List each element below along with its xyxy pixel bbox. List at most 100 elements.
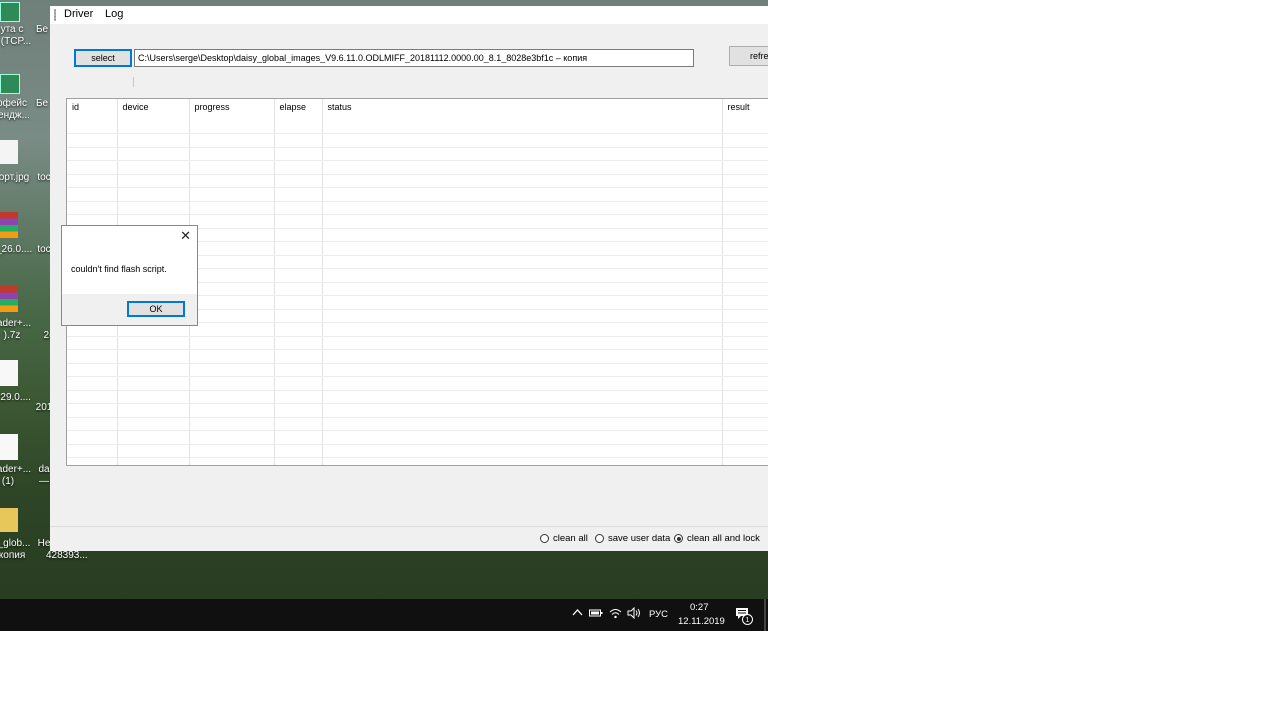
column-header-device[interactable]: device (117, 99, 190, 134)
table-cell (67, 160, 118, 175)
desktop-icon-label[interactable]: ader+... (0, 318, 32, 330)
table-cell (274, 295, 323, 310)
table-row[interactable] (67, 390, 768, 404)
table-cell (274, 309, 323, 323)
table-cell (322, 430, 723, 445)
table-cell (67, 403, 118, 418)
column-header-elapse[interactable]: elapse (274, 99, 323, 134)
table-row[interactable] (67, 430, 768, 445)
table-row[interactable] (67, 160, 768, 175)
table-cell (117, 160, 190, 175)
radio-circle-icon[interactable] (540, 534, 549, 543)
table-cell (322, 444, 723, 458)
table-cell (322, 309, 723, 323)
radio-clean-all-and-lock[interactable]: clean all and lock (674, 533, 760, 544)
table-cell (67, 390, 118, 404)
table-cell (722, 228, 768, 242)
table-cell (189, 174, 275, 188)
chevron-up-icon[interactable] (572, 607, 583, 621)
table-cell (189, 228, 275, 242)
radio-circle-icon[interactable] (595, 534, 604, 543)
network-icon[interactable] (0, 74, 20, 94)
table-row[interactable] (67, 174, 768, 188)
table-cell (274, 147, 323, 161)
clock-time[interactable]: 0:27 (690, 602, 709, 613)
desktop-icon-label[interactable]: (TCP... (0, 36, 34, 48)
select-button[interactable]: select (74, 49, 132, 67)
message-dialog: ✕ couldn't find flash script. OK (61, 225, 198, 326)
desktop-icon-label[interactable]: _26.0.... (0, 244, 32, 256)
menu-driver[interactable]: Driver (60, 8, 97, 20)
table-row[interactable] (67, 201, 768, 215)
table-cell (189, 268, 275, 283)
column-header-progress[interactable]: progress (189, 99, 275, 134)
language-indicator[interactable]: РУС (649, 609, 668, 620)
table-row[interactable] (67, 187, 768, 202)
desktop-icon-label[interactable]: r29.0.... (0, 392, 32, 404)
table-row[interactable] (67, 376, 768, 391)
screen: ута с (TCP... Бе рфейс ендж... Бе орт.jp… (0, 0, 768, 631)
table-row[interactable] (67, 457, 768, 465)
table-row[interactable] (67, 336, 768, 350)
radio-save-user-data[interactable]: save user data (595, 533, 670, 544)
table-cell (722, 309, 768, 323)
table-cell (117, 444, 190, 458)
table-cell (189, 160, 275, 175)
archive-icon[interactable] (0, 212, 18, 238)
image-file-icon[interactable] (0, 140, 18, 164)
table-cell (322, 457, 723, 465)
table-cell (722, 187, 768, 202)
table-row[interactable] (67, 363, 768, 377)
table-cell (274, 457, 323, 465)
radio-checked-icon[interactable] (674, 534, 683, 543)
refresh-button[interactable]: refresh (729, 46, 768, 66)
table-row[interactable] (67, 133, 768, 148)
desktop-icon-label[interactable]: копия (0, 550, 30, 562)
desktop-icon-label[interactable]: Бе (32, 24, 52, 36)
image-path-field[interactable] (134, 49, 694, 67)
desktop-icon-label[interactable]: Бе (32, 98, 52, 110)
table-row[interactable] (67, 147, 768, 161)
desktop-icon-label[interactable]: орт.jpg (0, 172, 32, 184)
table-cell (322, 295, 723, 310)
archive-icon[interactable] (0, 286, 18, 312)
battery-icon[interactable] (589, 608, 603, 621)
column-header-status[interactable]: status (322, 99, 723, 134)
desktop-icon-label[interactable]: ендж... (0, 110, 32, 122)
clock-date[interactable]: 12.11.2019 (678, 616, 725, 627)
speaker-icon[interactable] (627, 606, 641, 622)
table-row[interactable] (67, 403, 768, 418)
desktop-icon-label[interactable]: ader+... (0, 464, 32, 476)
table-cell (67, 444, 118, 458)
network-icon[interactable] (0, 2, 20, 22)
wifi-icon[interactable] (609, 607, 622, 622)
table-cell (322, 349, 723, 364)
table-row[interactable] (67, 417, 768, 431)
table-cell (117, 201, 190, 215)
column-header-result[interactable]: result (722, 99, 768, 134)
ok-button[interactable]: OK (127, 301, 185, 317)
document-icon[interactable] (0, 360, 18, 386)
document-icon[interactable] (0, 434, 18, 460)
table-row[interactable] (67, 444, 768, 458)
folder-icon[interactable] (0, 508, 18, 532)
desktop-icon-label[interactable]: _glob... (0, 538, 32, 550)
table-cell (189, 390, 275, 404)
table-cell (722, 376, 768, 391)
table-row[interactable] (67, 349, 768, 364)
table-cell (722, 430, 768, 445)
table-cell (274, 228, 323, 242)
desktop-icon-label[interactable]: ута с (0, 24, 30, 36)
radio-clean-all[interactable]: clean all (540, 533, 588, 544)
desktop-icon-label[interactable]: ).7z (0, 330, 30, 342)
mode-bar: clean all save user data clean all and l… (50, 526, 768, 551)
table-cell (189, 187, 275, 202)
column-header-id[interactable]: id (67, 99, 118, 134)
show-desktop-edge[interactable] (764, 599, 766, 631)
desktop-icon-label[interactable]: рфейс (0, 98, 30, 110)
close-icon[interactable]: ✕ (180, 228, 191, 244)
desktop-icon-label[interactable]: (1) (0, 476, 26, 488)
menu-log[interactable]: Log (101, 8, 127, 20)
table-cell (117, 417, 190, 431)
table-cell (322, 390, 723, 404)
